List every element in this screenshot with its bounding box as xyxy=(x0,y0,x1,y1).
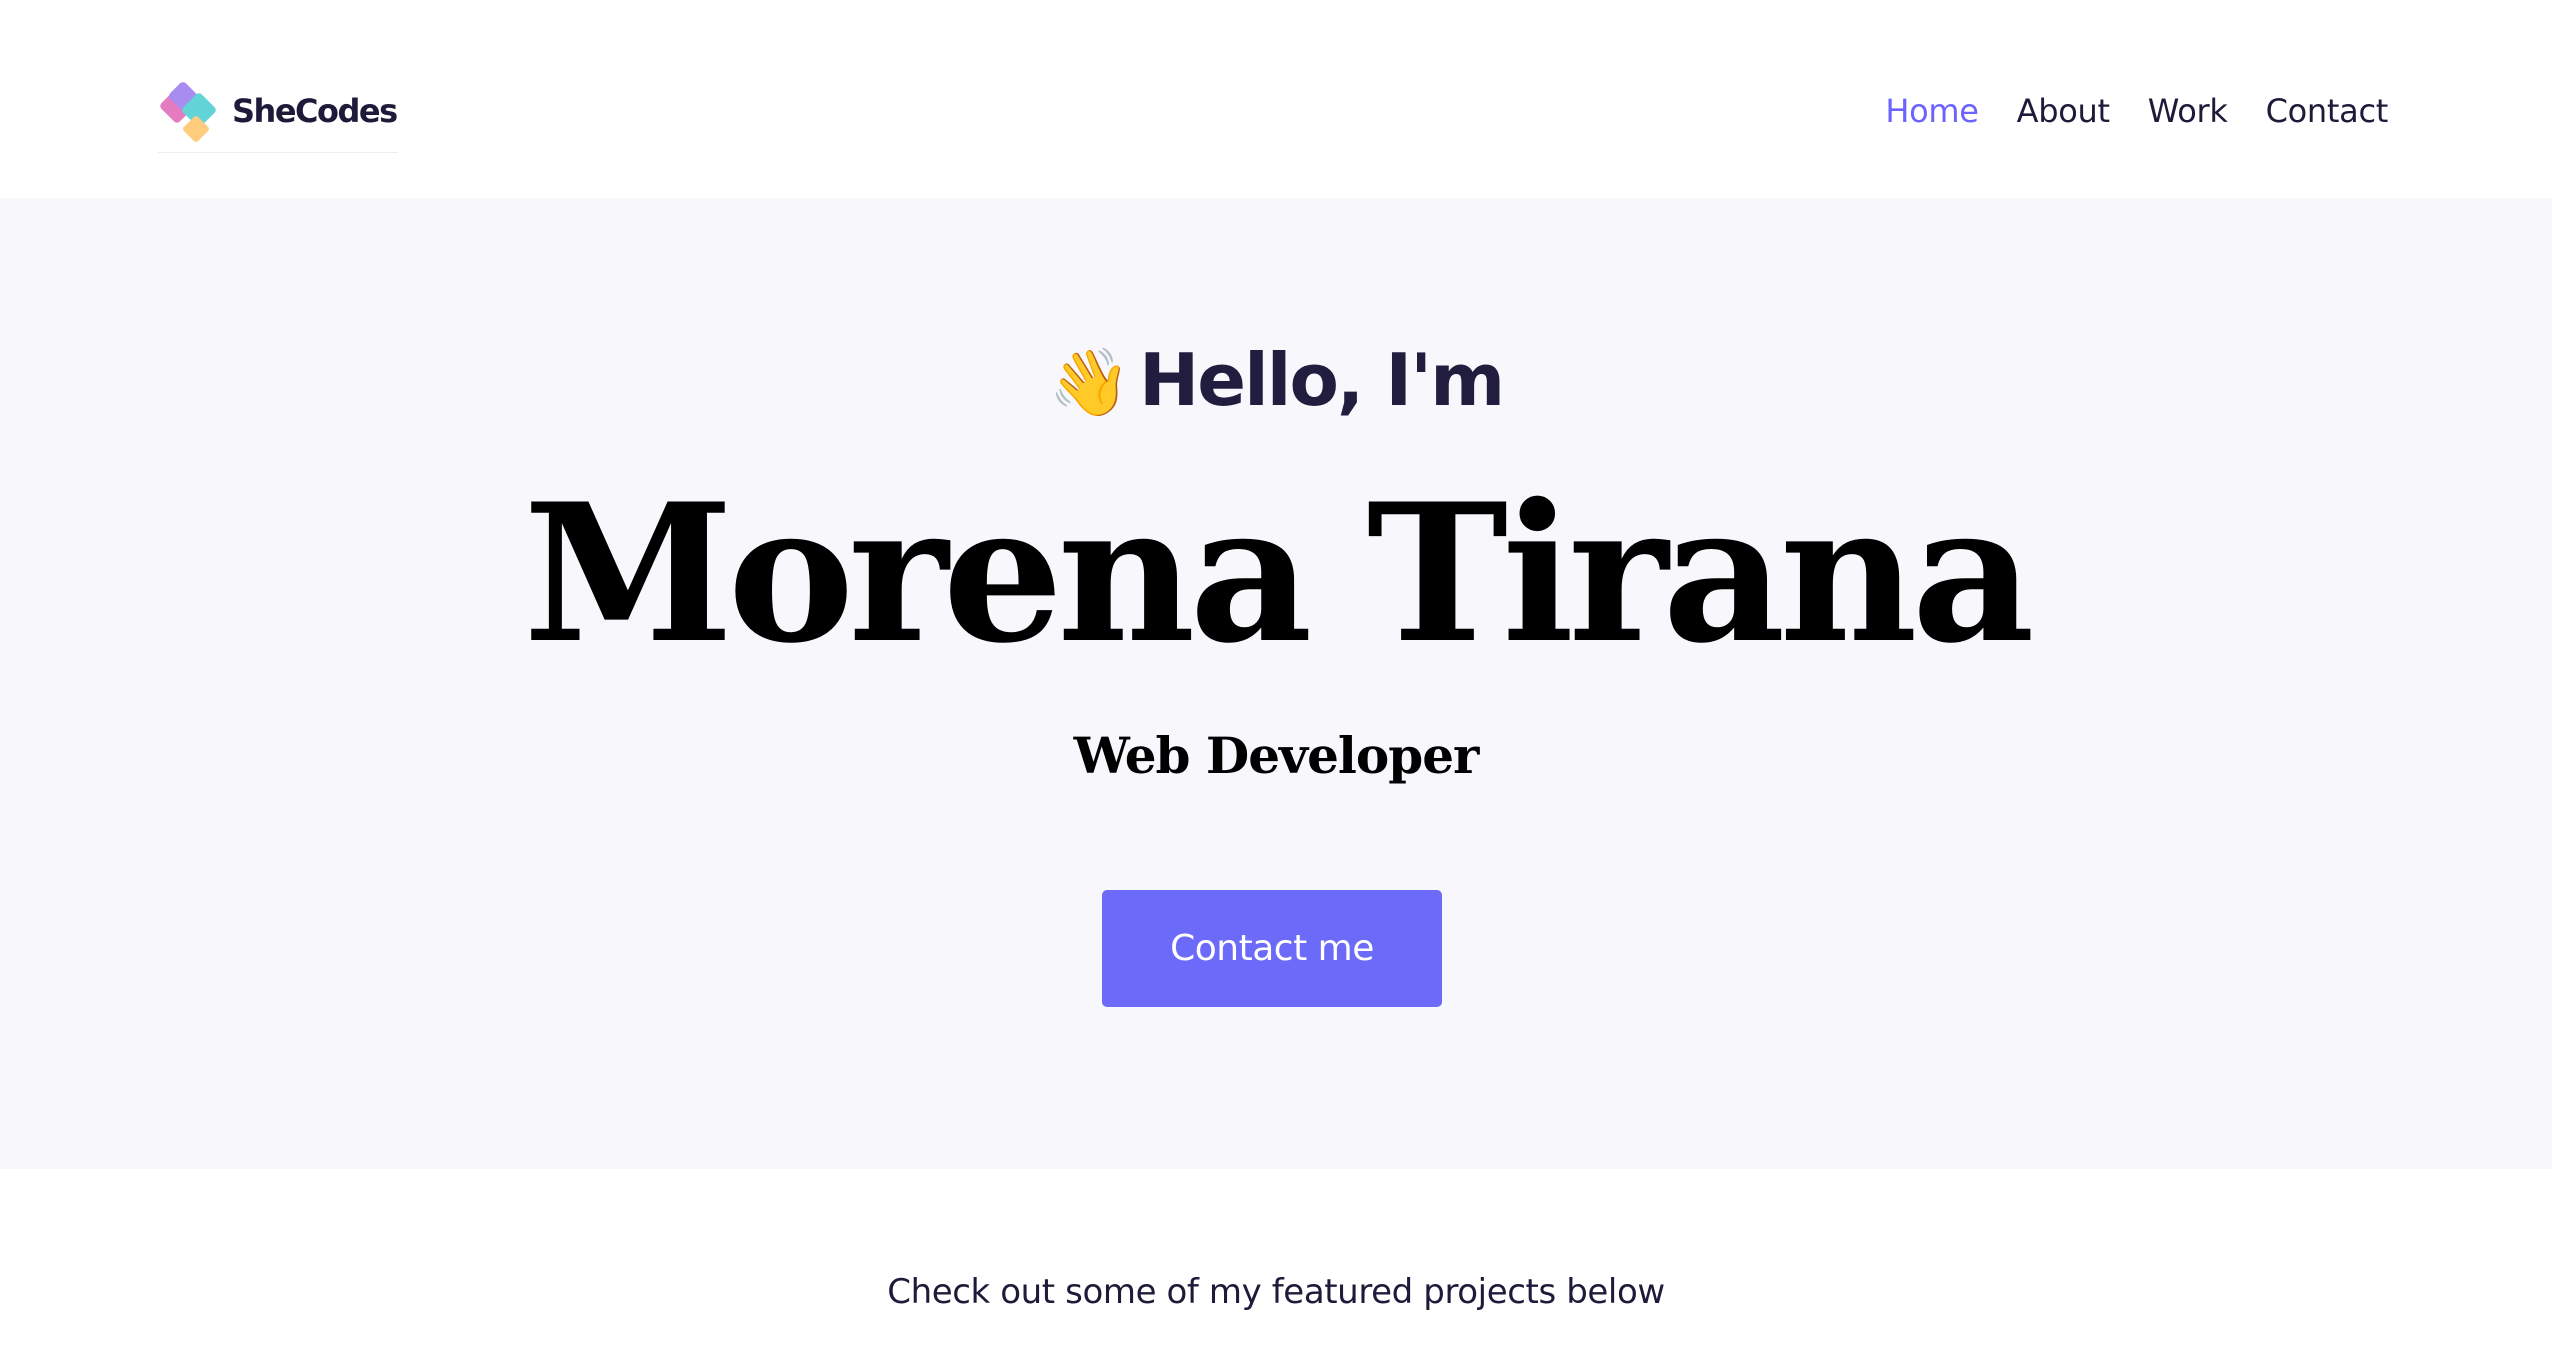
hero-section: 👋 Hello, I'm Morena Tirana Web Developer … xyxy=(0,198,2552,1169)
shecodes-logo-icon xyxy=(158,79,230,151)
nav-contact[interactable]: Contact xyxy=(2266,92,2389,130)
featured-projects-intro: Check out some of my featured projects b… xyxy=(887,1272,1665,1312)
main-nav: Home About Work Contact xyxy=(1847,92,2388,130)
greeting: 👋 Hello, I'm xyxy=(0,338,2552,422)
nav-work[interactable]: Work xyxy=(2148,92,2228,130)
logo[interactable]: SheCodes xyxy=(158,78,398,153)
contact-me-button[interactable]: Contact me xyxy=(1102,890,1442,1007)
logo-text: SheCodes xyxy=(232,92,398,130)
nav-home[interactable]: Home xyxy=(1885,92,1979,130)
hero-name: Morena Tirana xyxy=(523,462,2034,685)
nav-about[interactable]: About xyxy=(2017,92,2110,130)
hero-role: Web Developer xyxy=(1073,726,1480,785)
site-header: SheCodes Home About Work Contact xyxy=(0,0,2552,198)
wave-icon: 👋 xyxy=(1048,344,1131,421)
greeting-text: Hello, I'm xyxy=(1139,338,1505,422)
